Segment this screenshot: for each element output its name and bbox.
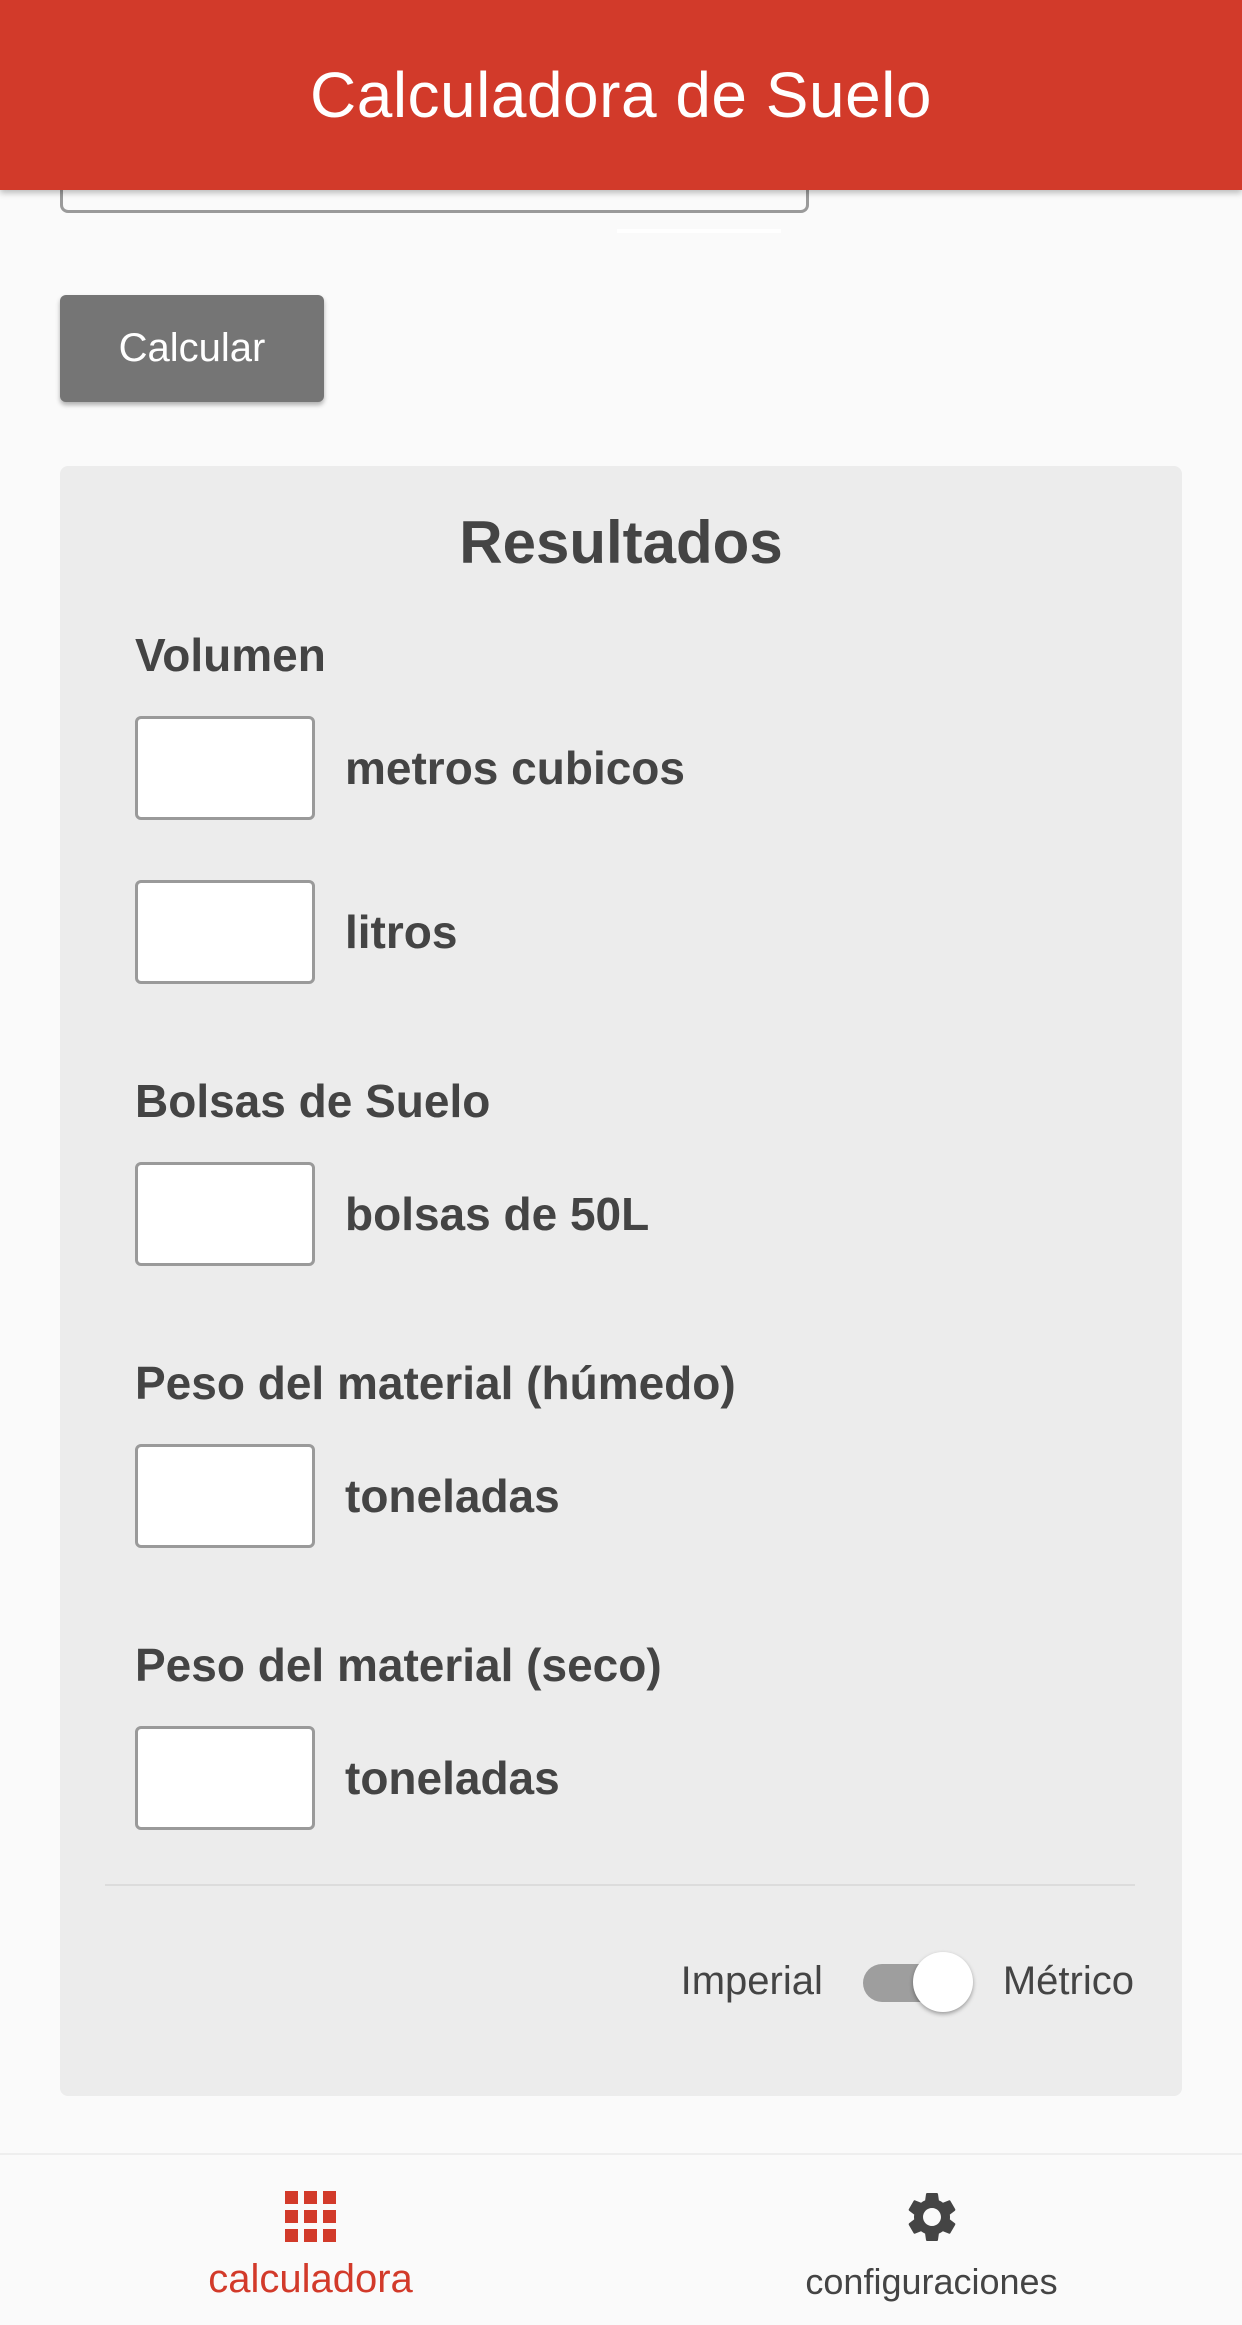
- results-title: Resultados: [459, 509, 783, 576]
- result-row-liters: litros: [135, 880, 457, 984]
- unit-switch[interactable]: [862, 1946, 973, 2016]
- section-label-volume: Volumen: [135, 629, 326, 681]
- calculate-button[interactable]: Calcular: [60, 295, 324, 402]
- bottom-nav: calculadora configuraciones: [0, 2153, 1242, 2325]
- input-underline: [617, 229, 781, 233]
- nav-item-settings[interactable]: configuraciones: [621, 2155, 1242, 2325]
- divider: [105, 1884, 1135, 1886]
- section-label-wet-weight: Peso del material (húmedo): [135, 1357, 736, 1409]
- result-row-dry-weight: toneladas: [135, 1726, 560, 1830]
- metric-label: Métrico: [1002, 1958, 1134, 2003]
- unit-label: litros: [345, 906, 458, 958]
- result-value-box: [135, 880, 315, 984]
- nav-label: calculadora: [208, 2257, 413, 2301]
- unit-label: metros cubicos: [345, 742, 685, 794]
- page-title: Calculadora de Suelo: [310, 59, 932, 131]
- grid-icon: [284, 2191, 336, 2242]
- switch-thumb[interactable]: [912, 1952, 973, 2012]
- results-card: Resultados Volumen metros cubicos litros…: [60, 466, 1182, 2096]
- gear-icon: [908, 2193, 955, 2241]
- nav-label: configuraciones: [805, 2261, 1058, 2302]
- unit-label: toneladas: [345, 1752, 560, 1804]
- imperial-label: Imperial: [680, 1958, 823, 2003]
- section-label-dry-weight: Peso del material (seco): [135, 1639, 662, 1691]
- result-row-wet-weight: toneladas: [135, 1444, 560, 1548]
- result-value-box: [135, 716, 315, 820]
- app-header: Calculadora de Suelo: [0, 0, 1242, 190]
- unit-toggle-row: Imperial Métrico: [681, 1946, 1134, 2016]
- unit-label: bolsas de 50L: [345, 1188, 650, 1240]
- nav-item-calculator[interactable]: calculadora: [0, 2155, 621, 2325]
- result-row-bags: bolsas de 50L: [135, 1162, 649, 1266]
- result-value-box: [135, 1162, 315, 1266]
- result-value-box: [135, 1726, 315, 1830]
- result-row-cubic-meters: metros cubicos: [135, 716, 685, 820]
- result-value-box: [135, 1444, 315, 1548]
- unit-label: toneladas: [345, 1470, 560, 1522]
- section-label-bags: Bolsas de Suelo: [135, 1075, 491, 1127]
- app-root: Calculadora de Suelo Calcular Resultados…: [0, 0, 1242, 2325]
